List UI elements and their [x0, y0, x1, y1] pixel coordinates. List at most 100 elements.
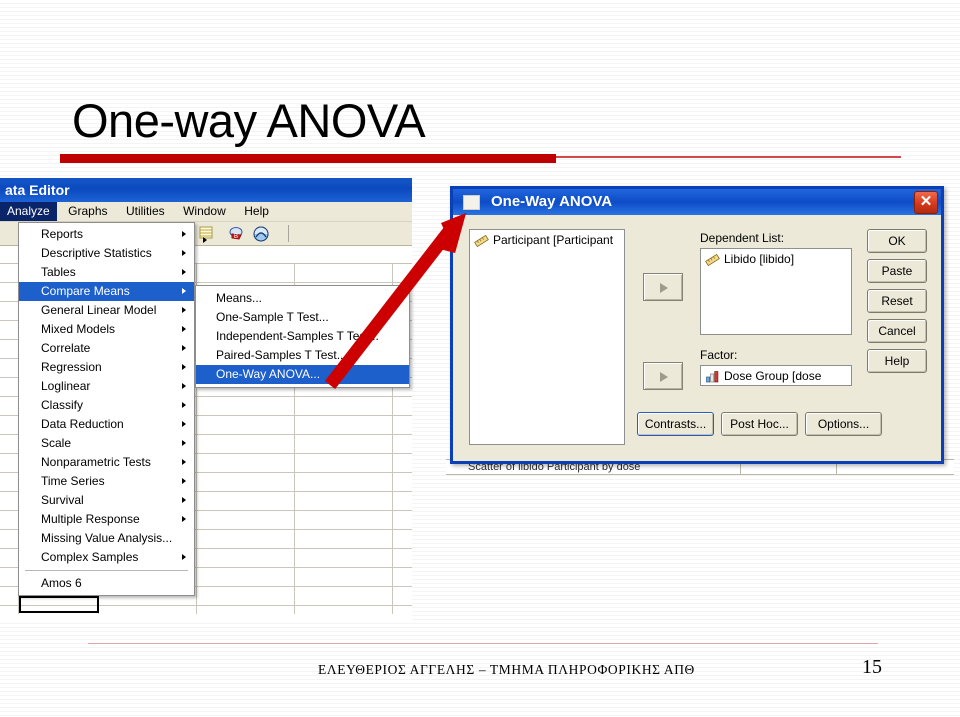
- close-icon[interactable]: ✕: [914, 191, 938, 214]
- list-item[interactable]: Participant [Participant: [470, 230, 624, 248]
- dialog-titlebar: One-Way ANOVA ✕: [453, 189, 941, 215]
- menu-item-label: Scale: [41, 436, 72, 450]
- dependent-list[interactable]: Libido [libido]: [700, 248, 852, 335]
- analyze-dropdown-menu[interactable]: Reports Descriptive Statistics Tables Co…: [18, 222, 195, 596]
- factor-field[interactable]: Dose Group [dose: [700, 365, 852, 386]
- menu-item-regression[interactable]: Regression: [19, 358, 194, 377]
- submenu-item-label: Paired-Samples T Test...: [216, 348, 347, 362]
- menu-item-mixed-models[interactable]: Mixed Models: [19, 320, 194, 339]
- ruler-icon: [474, 234, 489, 247]
- options-button[interactable]: Options...: [805, 412, 882, 436]
- page-title: One-way ANOVA: [72, 94, 426, 147]
- submenu-arrow-icon: [182, 383, 186, 389]
- menu-item-complex-samples[interactable]: Complex Samples: [19, 548, 194, 567]
- toolbar-separator: [288, 225, 289, 242]
- submenu-item-one-sample-t-test[interactable]: One-Sample T Test...: [196, 308, 409, 327]
- menu-item-nonparametric-tests[interactable]: Nonparametric Tests: [19, 453, 194, 472]
- submenu-item-independent-samples-t-test[interactable]: Independent-Samples T Test...: [196, 327, 409, 346]
- title-rule-thin: [556, 156, 901, 158]
- submenu-arrow-icon: [182, 497, 186, 503]
- help-button[interactable]: Help: [867, 349, 927, 373]
- menu-item-correlate[interactable]: Correlate: [19, 339, 194, 358]
- list-item[interactable]: Dose Group [dose: [701, 366, 851, 384]
- factor-label: Factor:: [700, 348, 738, 362]
- reset-button[interactable]: Reset: [867, 289, 927, 313]
- menu-item-data-reduction[interactable]: Data Reduction: [19, 415, 194, 434]
- menubar-item-help[interactable]: Help: [237, 202, 276, 221]
- submenu-item-label: One-Way ANOVA...: [216, 367, 321, 381]
- menu-item-label: Data Reduction: [41, 417, 124, 431]
- submenu-arrow-icon: [182, 364, 186, 370]
- menu-item-amos-6[interactable]: Amos 6: [19, 574, 194, 593]
- grid-row-header-strip: [0, 264, 19, 614]
- menu-item-label: Survival: [41, 493, 84, 507]
- menubar-item-graphs[interactable]: Graphs: [61, 202, 114, 221]
- submenu-arrow-icon: [182, 421, 186, 427]
- ruler-icon: [705, 253, 720, 266]
- menu-item-survival[interactable]: Survival: [19, 491, 194, 510]
- submenu-arrow-icon: [182, 440, 186, 446]
- menu-item-label: Time Series: [41, 474, 105, 488]
- menu-item-label: Loglinear: [41, 379, 91, 393]
- find-tool-icon[interactable]: B: [228, 225, 246, 243]
- submenu-arrow-icon: [182, 345, 186, 351]
- dialog-title: One-Way ANOVA: [491, 193, 613, 210]
- footer-text: ΕΛΕΥΘΕΡΙΟΣ ΑΓΓΕΛΗΣ – ΤΜΗΜΑ ΠΛΗΡΟΦΟΡΙΚΗΣ …: [318, 662, 695, 677]
- paste-button[interactable]: Paste: [867, 259, 927, 283]
- contrasts-button[interactable]: Contrasts...: [637, 412, 714, 436]
- grid-tool-icon[interactable]: [198, 225, 216, 243]
- factor-value-label: Dose Group [dose: [724, 369, 822, 383]
- slide-canvas: One-way ANOVA ata Editor Analyze Graphs …: [0, 0, 960, 717]
- menu-item-label: General Linear Model: [41, 303, 157, 317]
- list-item-label: Libido [libido]: [724, 252, 795, 266]
- list-item-label: Participant [Participant: [493, 233, 614, 247]
- svg-text:B: B: [234, 234, 238, 240]
- menu-item-tables[interactable]: Tables: [19, 263, 194, 282]
- menu-item-missing-value-analysis[interactable]: Missing Value Analysis...: [19, 529, 194, 548]
- menu-item-descriptive-statistics[interactable]: Descriptive Statistics: [19, 244, 194, 263]
- menubar-item-window[interactable]: Window: [176, 202, 233, 221]
- ok-button[interactable]: OK: [867, 229, 927, 253]
- submenu-item-means[interactable]: Means...: [196, 289, 409, 308]
- menu-item-scale[interactable]: Scale: [19, 434, 194, 453]
- submenu-arrow-icon: [182, 250, 186, 256]
- menu-item-label: Reports: [41, 227, 84, 241]
- dependent-list-label: Dependent List:: [700, 231, 785, 245]
- menu-item-label: Complex Samples: [41, 550, 139, 564]
- menu-item-label: Nonparametric Tests: [41, 455, 151, 469]
- menu-item-compare-means[interactable]: Compare Means: [19, 282, 194, 301]
- submenu-arrow-icon: [182, 554, 186, 560]
- menu-item-label: Mixed Models: [41, 322, 116, 336]
- menu-item-time-series[interactable]: Time Series: [19, 472, 194, 491]
- chevron-right-icon: [660, 372, 668, 382]
- footer-divider: [88, 643, 878, 644]
- compare-means-submenu[interactable]: Means... One-Sample T Test... Independen…: [195, 285, 410, 388]
- spss-menubar: Analyze Graphs Utilities Window Help: [0, 202, 412, 222]
- dialog-system-icon[interactable]: [463, 195, 480, 210]
- title-rule-thick: [60, 154, 556, 163]
- list-item[interactable]: Libido [libido]: [701, 249, 851, 267]
- move-to-factor-button[interactable]: [643, 362, 683, 390]
- menu-item-loglinear[interactable]: Loglinear: [19, 377, 194, 396]
- menu-item-classify[interactable]: Classify: [19, 396, 194, 415]
- menu-item-reports[interactable]: Reports: [19, 225, 194, 244]
- menu-item-label: Amos 6: [41, 576, 82, 590]
- menu-item-multiple-response[interactable]: Multiple Response: [19, 510, 194, 529]
- submenu-item-paired-samples-t-test[interactable]: Paired-Samples T Test...: [196, 346, 409, 365]
- chevron-right-icon: [660, 283, 668, 293]
- move-to-dependent-button[interactable]: [643, 273, 683, 301]
- post-hoc-button[interactable]: Post Hoc...: [721, 412, 798, 436]
- menu-item-label: Descriptive Statistics: [41, 246, 152, 260]
- menu-item-general-linear-model[interactable]: General Linear Model: [19, 301, 194, 320]
- submenu-arrow-icon: [182, 478, 186, 484]
- chart-tool-icon[interactable]: [252, 225, 270, 243]
- menu-item-label: Multiple Response: [41, 512, 140, 526]
- submenu-item-one-way-anova[interactable]: One-Way ANOVA...: [196, 365, 409, 384]
- grid-active-cell[interactable]: [19, 596, 99, 613]
- menubar-item-utilities[interactable]: Utilities: [119, 202, 172, 221]
- bar-chart-icon: [705, 370, 720, 383]
- menubar-item-analyze[interactable]: Analyze: [0, 202, 57, 221]
- cancel-button[interactable]: Cancel: [867, 319, 927, 343]
- submenu-arrow-icon: [182, 459, 186, 465]
- source-variable-list[interactable]: Participant [Participant: [469, 229, 625, 445]
